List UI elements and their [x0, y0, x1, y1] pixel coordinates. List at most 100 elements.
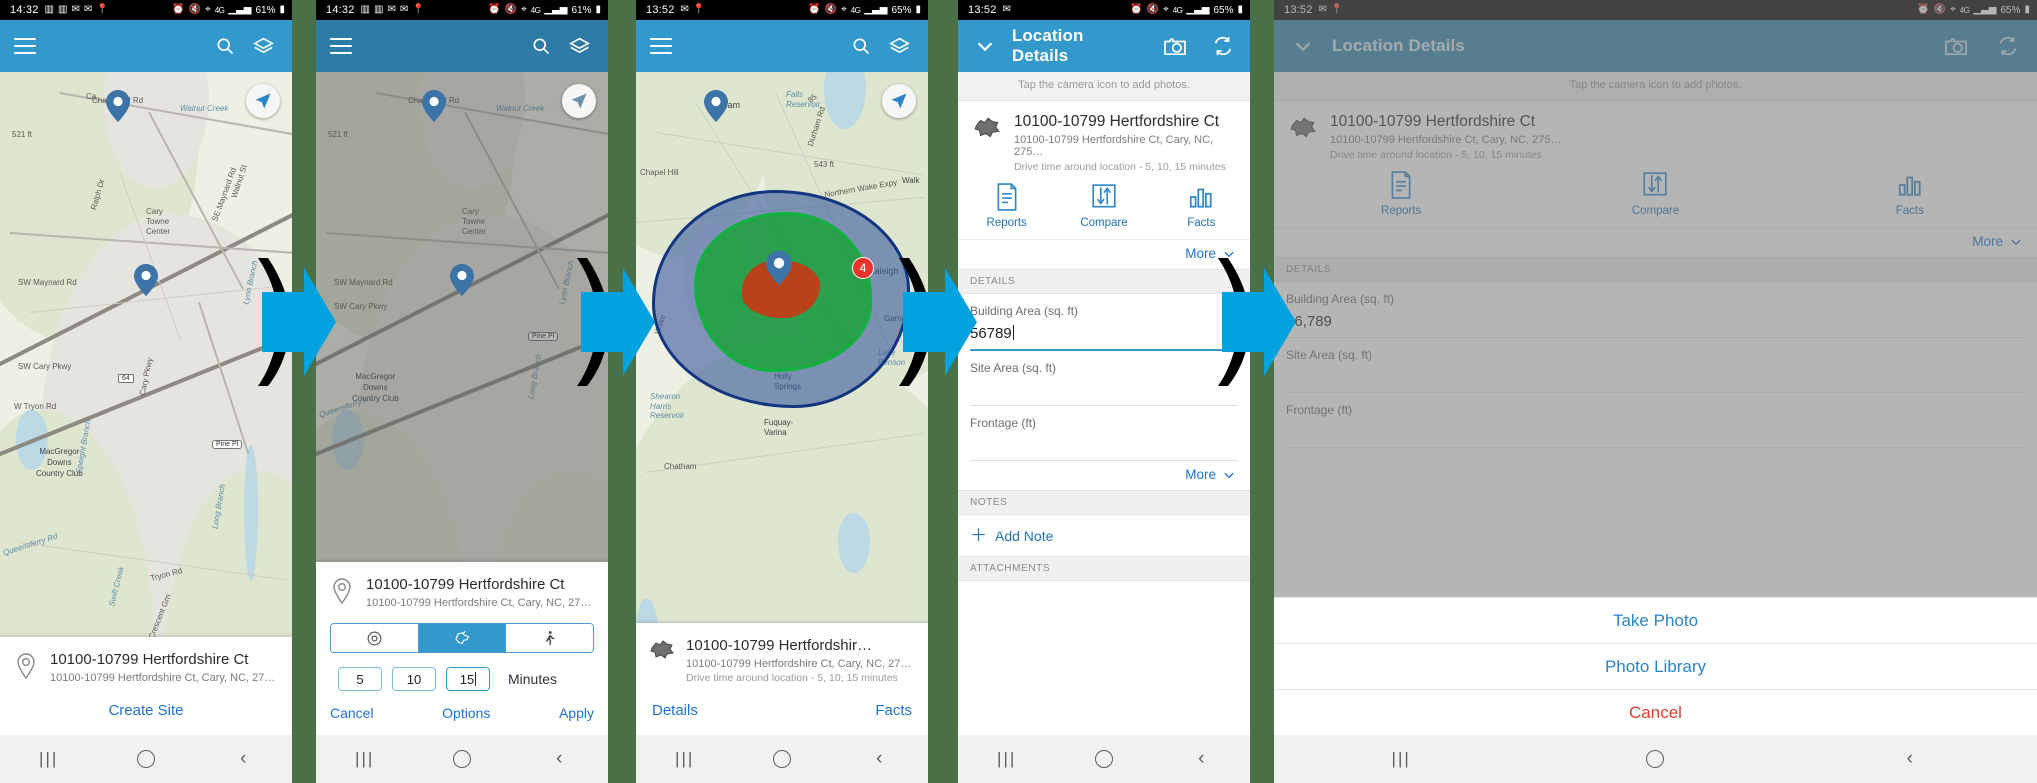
home-button[interactable] [733, 750, 830, 768]
details-more-row[interactable]: More [958, 461, 1250, 490]
battery-icon: ▮ [915, 4, 921, 15]
home-button[interactable] [1528, 750, 1782, 768]
map-label: Long Branch [526, 353, 544, 400]
camera-icon[interactable] [1162, 31, 1188, 61]
facts-action[interactable]: Facts [1153, 183, 1250, 229]
map-pin[interactable] [704, 90, 728, 122]
section-notes: NOTES [958, 490, 1250, 515]
menu-icon[interactable] [14, 38, 36, 54]
signal-icon: ▁▃▅ [864, 4, 888, 15]
map-label: Queensferry Rd [317, 393, 375, 420]
location-details-body[interactable]: Tap the camera icon to add photos. 10100… [958, 72, 1250, 735]
android-nav-bar: ||| ‹ [958, 735, 1250, 783]
home-button[interactable] [1055, 750, 1152, 768]
location-drive-time: Drive time around location - 5, 10, 15 m… [1014, 161, 1226, 173]
gmail-icon: ✉ [71, 4, 80, 15]
status-bar: 14:32 ▥ ▥ ✉ ✉ 📍 ⏰ 🔇 ⌖ 4G ▁▃▅ 61% ▮ [316, 0, 608, 20]
mute-icon: 🔇 [824, 4, 838, 15]
refresh-icon[interactable] [1210, 31, 1236, 61]
alarm-icon: ⏰ [808, 4, 821, 15]
cluster-count-badge[interactable]: 4 [852, 257, 874, 279]
recents-button[interactable]: ||| [316, 749, 413, 769]
site-area-field[interactable]: Site Area (sq. ft) [958, 351, 1250, 406]
chevron-down-icon[interactable] [972, 31, 998, 61]
recents-button[interactable]: ||| [1274, 749, 1528, 769]
result-subtitle-2: Drive time around location - 5, 10, 15 m… [686, 672, 898, 684]
back-button[interactable]: ‹ [511, 748, 608, 770]
minutes-chip-1[interactable]: 5 [338, 667, 382, 691]
minutes-chip-2[interactable]: 10 [392, 667, 436, 691]
search-icon[interactable] [526, 31, 556, 61]
highway-shield: Pine Pl [212, 440, 243, 449]
locate-me-button[interactable] [562, 84, 596, 118]
locate-me-button[interactable] [882, 84, 916, 118]
pin-drop-icon: 📍 [412, 4, 425, 15]
page-title: Location Details [1011, 26, 1084, 65]
layers-icon[interactable] [884, 31, 914, 61]
search-icon[interactable] [846, 31, 876, 61]
map-pin[interactable] [450, 264, 474, 296]
details-button[interactable]: Details [652, 702, 698, 719]
map-label: Ca [86, 92, 97, 101]
highway-shield: Pine Pl [528, 332, 559, 341]
back-button[interactable]: ‹ [1783, 748, 2037, 770]
mute-icon: 🔇 [188, 4, 202, 15]
recents-button[interactable]: ||| [636, 749, 733, 769]
more-link[interactable]: More [1185, 467, 1216, 482]
drive-time-buttons: Cancel Options Apply [316, 691, 608, 735]
cancel-button[interactable]: Cancel [1274, 689, 2037, 735]
home-button[interactable] [97, 750, 194, 768]
add-note-button[interactable]: ＋ Add Note [958, 515, 1250, 556]
facts-button[interactable]: Facts [875, 702, 912, 719]
menu-icon[interactable] [650, 38, 672, 54]
map-pin[interactable] [106, 90, 130, 122]
frontage-field[interactable]: Frontage (ft) [958, 406, 1250, 461]
signal-icon: ▁▃▅ [1186, 4, 1210, 15]
phone-panel-4: 13:52 ✉ ⏰ 🔇 ⌖ 4G ▁▃▅ 65% ▮ Location Deta… [958, 0, 1250, 783]
highway-shield: 64 [118, 374, 134, 383]
segment-ring-buffer[interactable] [331, 624, 419, 652]
options-button[interactable]: Options [442, 705, 490, 721]
map-pin-selected[interactable] [766, 250, 792, 286]
segment-drive-time[interactable] [418, 624, 507, 652]
result-subtitle: 10100-10799 Hertfordshire Ct, Cary, NC, … [366, 597, 596, 609]
drive-time-polygon-icon [648, 637, 676, 661]
map-label: 521 ft [328, 130, 349, 139]
location-icon: ⌖ [205, 4, 211, 15]
map-label: 543 ft [814, 160, 835, 169]
recents-button[interactable]: ||| [0, 749, 97, 769]
network-label: 4G [850, 5, 861, 15]
recents-button[interactable]: ||| [958, 749, 1055, 769]
map-pin[interactable] [422, 90, 446, 122]
back-button[interactable]: ‹ [1153, 748, 1250, 770]
alarm-icon: ⏰ [172, 4, 185, 15]
locate-me-button[interactable] [246, 84, 280, 118]
gmail-icon: ✉ [399, 4, 409, 15]
gmail-icon: ✉ [680, 4, 689, 15]
layers-icon[interactable] [564, 31, 594, 61]
menu-icon[interactable] [330, 38, 352, 54]
cancel-button[interactable]: Cancel [330, 705, 374, 721]
segment-walk-time[interactable] [506, 624, 593, 652]
compare-action[interactable]: Compare [1055, 183, 1152, 229]
photo-library-button[interactable]: Photo Library [1274, 643, 2037, 689]
minutes-chip-3[interactable]: 15 [446, 667, 490, 691]
map-pin[interactable] [134, 264, 158, 296]
apply-button[interactable]: Apply [559, 705, 594, 721]
take-photo-button[interactable]: Take Photo [1274, 597, 2037, 643]
phone-panel-2: 14:32 ▥ ▥ ✉ ✉ 📍 ⏰ 🔇 ⌖ 4G ▁▃▅ 61% ▮ Chape… [316, 0, 608, 783]
minutes-label: Minutes [508, 671, 558, 687]
create-site-button[interactable]: Create Site [108, 702, 183, 719]
home-button[interactable] [413, 750, 510, 768]
back-button[interactable]: ‹ [831, 748, 928, 770]
battery-label: 65% [1213, 4, 1234, 16]
layers-icon[interactable] [248, 31, 278, 61]
flow-arrow-2 [571, 256, 657, 388]
search-icon[interactable] [210, 31, 240, 61]
summary-more-row[interactable]: More [958, 239, 1250, 269]
building-area-field[interactable]: Building Area (sq. ft) 56789 [958, 294, 1250, 351]
back-button[interactable]: ‹ [195, 748, 292, 770]
field-label: Frontage (ft) [970, 416, 1037, 430]
reports-action[interactable]: Reports [958, 183, 1055, 229]
location-details-header: Location Details [958, 20, 1250, 72]
